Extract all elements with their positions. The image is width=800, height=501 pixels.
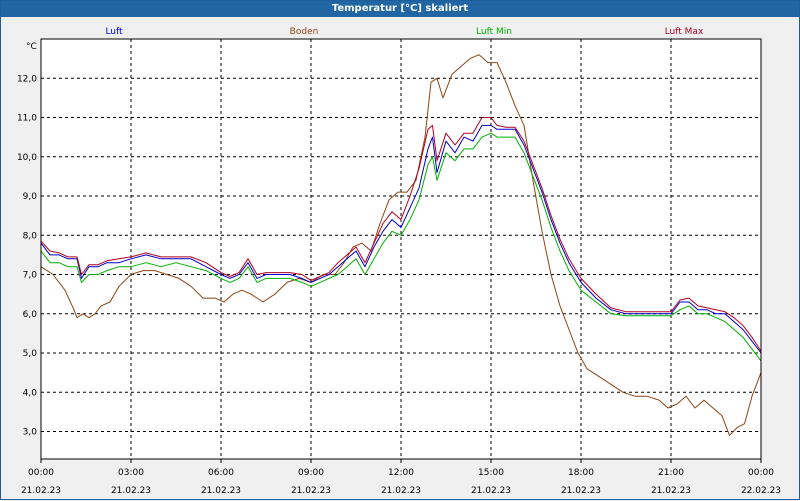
- x-tick-date: 21.02.23: [561, 486, 601, 496]
- y-tick-label: 4,0: [23, 388, 38, 398]
- x-tick-date: 21.02.23: [291, 486, 331, 496]
- y-tick-label: 5,0: [23, 349, 38, 359]
- x-tick-time: 15:00: [478, 468, 504, 478]
- x-tick-time: 12:00: [388, 468, 414, 478]
- x-tick-time: 03:00: [118, 468, 144, 478]
- x-tick-date: 22.02.23: [741, 486, 781, 496]
- x-tick-time: 18:00: [568, 468, 594, 478]
- x-axis: 00:00 21.02.23 03:00 21.02.23 06:00 21.02.23 0…: [21, 459, 781, 496]
- x-tick-date: 21.02.23: [201, 486, 241, 496]
- x-tick-time: 21:00: [658, 468, 684, 478]
- x-tick-time: 09:00: [298, 468, 324, 478]
- y-tick-label: 8,0: [23, 231, 38, 241]
- y-tick-label: 9,0: [23, 192, 38, 202]
- y-tick-label: 6,0: [23, 310, 38, 320]
- y-tick-label: 7,0: [23, 271, 38, 281]
- temperature-chart: 3,0 4,0 5,0 6,0 7,0 8,0 9,0 10,0 11,0 12,0 00:00 2…: [17, 27, 781, 496]
- y-tick-label: 11,0: [17, 114, 37, 124]
- chart-window: Temperatur [°C] skaliert 3,0 4,0 5,0 6,0 7,0…: [0, 0, 800, 500]
- legend-item-boden: Boden: [290, 27, 319, 37]
- legend: Luft Boden Luft Min Luft Max: [105, 27, 704, 37]
- y-tick-label: 12,0: [17, 74, 37, 84]
- y-tick-label: 3,0: [23, 428, 38, 438]
- y-axis-unit: °C: [26, 42, 37, 52]
- legend-item-luft: Luft: [105, 27, 123, 37]
- x-tick-date: 21.02.23: [381, 486, 421, 496]
- x-tick-time: 00:00: [748, 468, 774, 478]
- y-tick-label: 10,0: [17, 153, 37, 163]
- x-tick-date: 21.02.23: [651, 486, 691, 496]
- x-tick-time: 06:00: [208, 468, 234, 478]
- x-tick-date: 21.02.23: [21, 486, 61, 496]
- y-axis: 3,0 4,0 5,0 6,0 7,0 8,0 9,0 10,0 11,0 12,0: [17, 74, 37, 437]
- legend-item-luft-max: Luft Max: [665, 27, 704, 37]
- x-tick-date: 21.02.23: [471, 486, 511, 496]
- x-tick-time: 00:00: [28, 468, 54, 478]
- legend-item-luft-min: Luft Min: [476, 27, 512, 37]
- x-tick-date: 21.02.23: [111, 486, 151, 496]
